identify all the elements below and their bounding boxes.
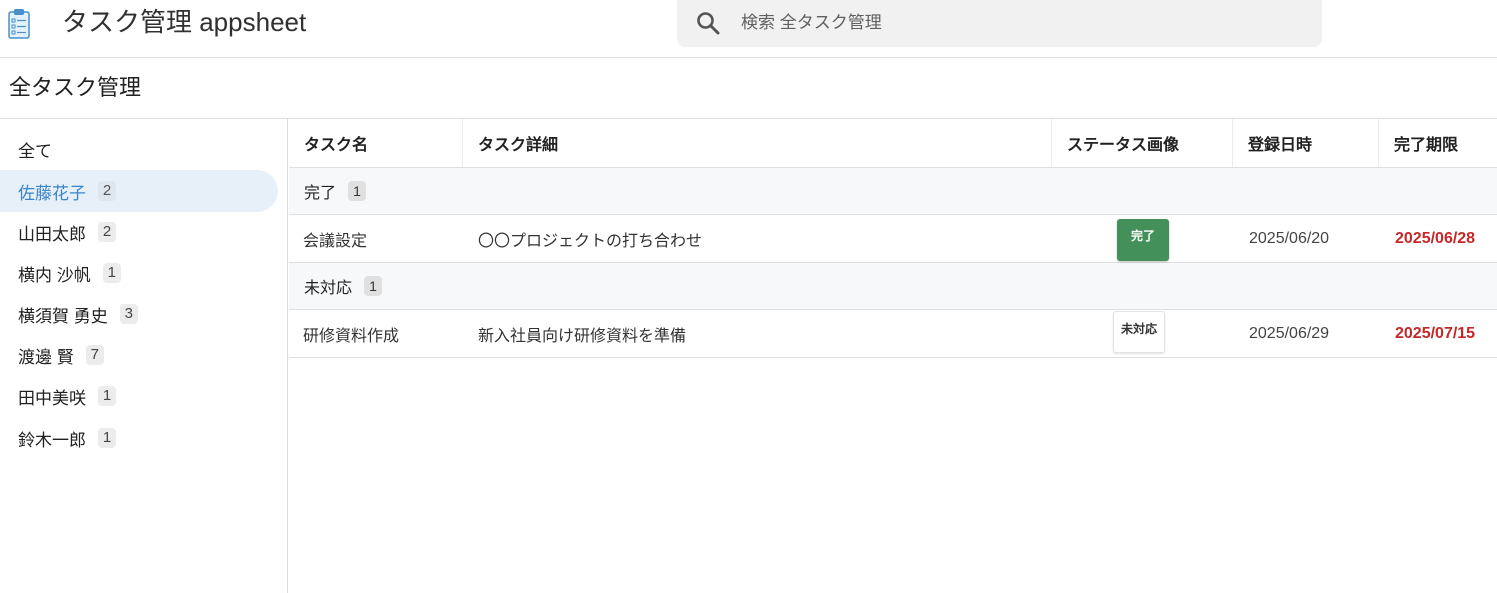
group-header-done[interactable]: 完了 1 — [289, 168, 1497, 215]
status-image-done[interactable]: 完了 — [1117, 219, 1169, 261]
clipboard-icon[interactable] — [7, 7, 31, 39]
status-image-pending[interactable]: 未対応 — [1113, 311, 1165, 353]
count-badge: 1 — [98, 386, 116, 406]
cell-registered: 2025/06/29 — [1249, 325, 1330, 342]
count-badge: 7 — [85, 345, 104, 365]
search-input[interactable] — [739, 8, 1299, 38]
sidebar-item-tanaka-misaki[interactable]: 田中美咲 1 — [0, 375, 278, 417]
sidebar-item-label: 鈴木一郎 — [18, 430, 86, 450]
cell-task-detail: 〇〇プロジェクトの打ち合わせ — [478, 233, 703, 250]
group-label: 完了 — [304, 185, 337, 202]
sidebar-item-label: 横内 沙帆 — [18, 265, 91, 285]
sidebar-item-yamada-taro[interactable]: 山田太郎 2 — [0, 211, 278, 253]
count-badge: 2 — [98, 222, 116, 242]
app-title: タスク管理 appsheet — [62, 7, 307, 37]
sidebar-item-label: 横須賀 勇史 — [18, 306, 108, 326]
app-header: タスク管理 appsheet — [0, 0, 1497, 58]
sidebar-item-sato-hanako[interactable]: 佐藤花子 2 — [0, 170, 278, 212]
sidebar-item-label: 渡邊 賢 — [18, 347, 74, 367]
sidebar-item-label: 佐藤花子 — [18, 183, 86, 203]
search-box[interactable] — [677, 0, 1322, 47]
sidebar-item-all[interactable]: 全て — [0, 128, 278, 170]
sidebar-item-suzuki-ichiro[interactable]: 鈴木一郎 1 — [0, 417, 278, 459]
table-header: タスク名 タスク詳細 ステータス画像 登録日時 完了期限 — [289, 119, 1497, 168]
column-header-due[interactable]: 完了期限 — [1379, 119, 1497, 167]
table-row[interactable]: 研修資料作成 新入社員向け研修資料を準備 未対応 2025/06/29 2025… — [289, 311, 1497, 358]
cell-due: 2025/07/15 — [1395, 325, 1476, 342]
count-badge: 1 — [102, 263, 121, 283]
group-label: 未対応 — [304, 280, 353, 297]
search-icon — [695, 10, 721, 36]
sidebar-item-label: 田中美咲 — [18, 388, 86, 408]
sidebar-item-watanabe-ken[interactable]: 渡邊 賢 7 — [0, 334, 278, 376]
cell-task-name: 研修資料作成 — [303, 328, 400, 345]
page-title: 全タスク管理 — [9, 75, 142, 100]
column-header-task-detail[interactable]: タスク詳細 — [463, 119, 1052, 167]
cell-due: 2025/06/28 — [1395, 230, 1476, 247]
count-badge: 1 — [98, 428, 116, 448]
sidebar-item-yokouchi-saho[interactable]: 横内 沙帆 1 — [0, 252, 278, 294]
column-header-registered[interactable]: 登録日時 — [1233, 119, 1379, 167]
table-row[interactable]: 会議設定 〇〇プロジェクトの打ち合わせ 完了 2025/06/20 2025/0… — [289, 216, 1497, 263]
group-header-pending[interactable]: 未対応 1 — [289, 263, 1497, 310]
task-table: タスク名 タスク詳細 ステータス画像 登録日時 完了期限 完了 1 会議設定 〇… — [289, 119, 1497, 593]
group-count-badge: 1 — [348, 181, 367, 201]
group-count-badge: 1 — [364, 276, 383, 296]
column-header-task-name[interactable]: タスク名 — [289, 119, 463, 167]
sidebar: 全て 佐藤花子 2 山田太郎 2 横内 沙帆 1 横須賀 勇史 3 渡邊 賢 7… — [0, 119, 288, 593]
sidebar-item-yokosuka-yushi[interactable]: 横須賀 勇史 3 — [0, 293, 278, 335]
cell-task-name: 会議設定 — [303, 233, 368, 250]
cell-registered: 2025/06/20 — [1249, 230, 1330, 247]
cell-task-detail: 新入社員向け研修資料を準備 — [478, 328, 687, 345]
count-badge: 2 — [98, 181, 116, 201]
column-header-status-image[interactable]: ステータス画像 — [1052, 119, 1233, 167]
sidebar-item-label: 全て — [18, 141, 52, 161]
sidebar-item-label: 山田太郎 — [18, 224, 86, 244]
count-badge: 3 — [119, 304, 138, 324]
